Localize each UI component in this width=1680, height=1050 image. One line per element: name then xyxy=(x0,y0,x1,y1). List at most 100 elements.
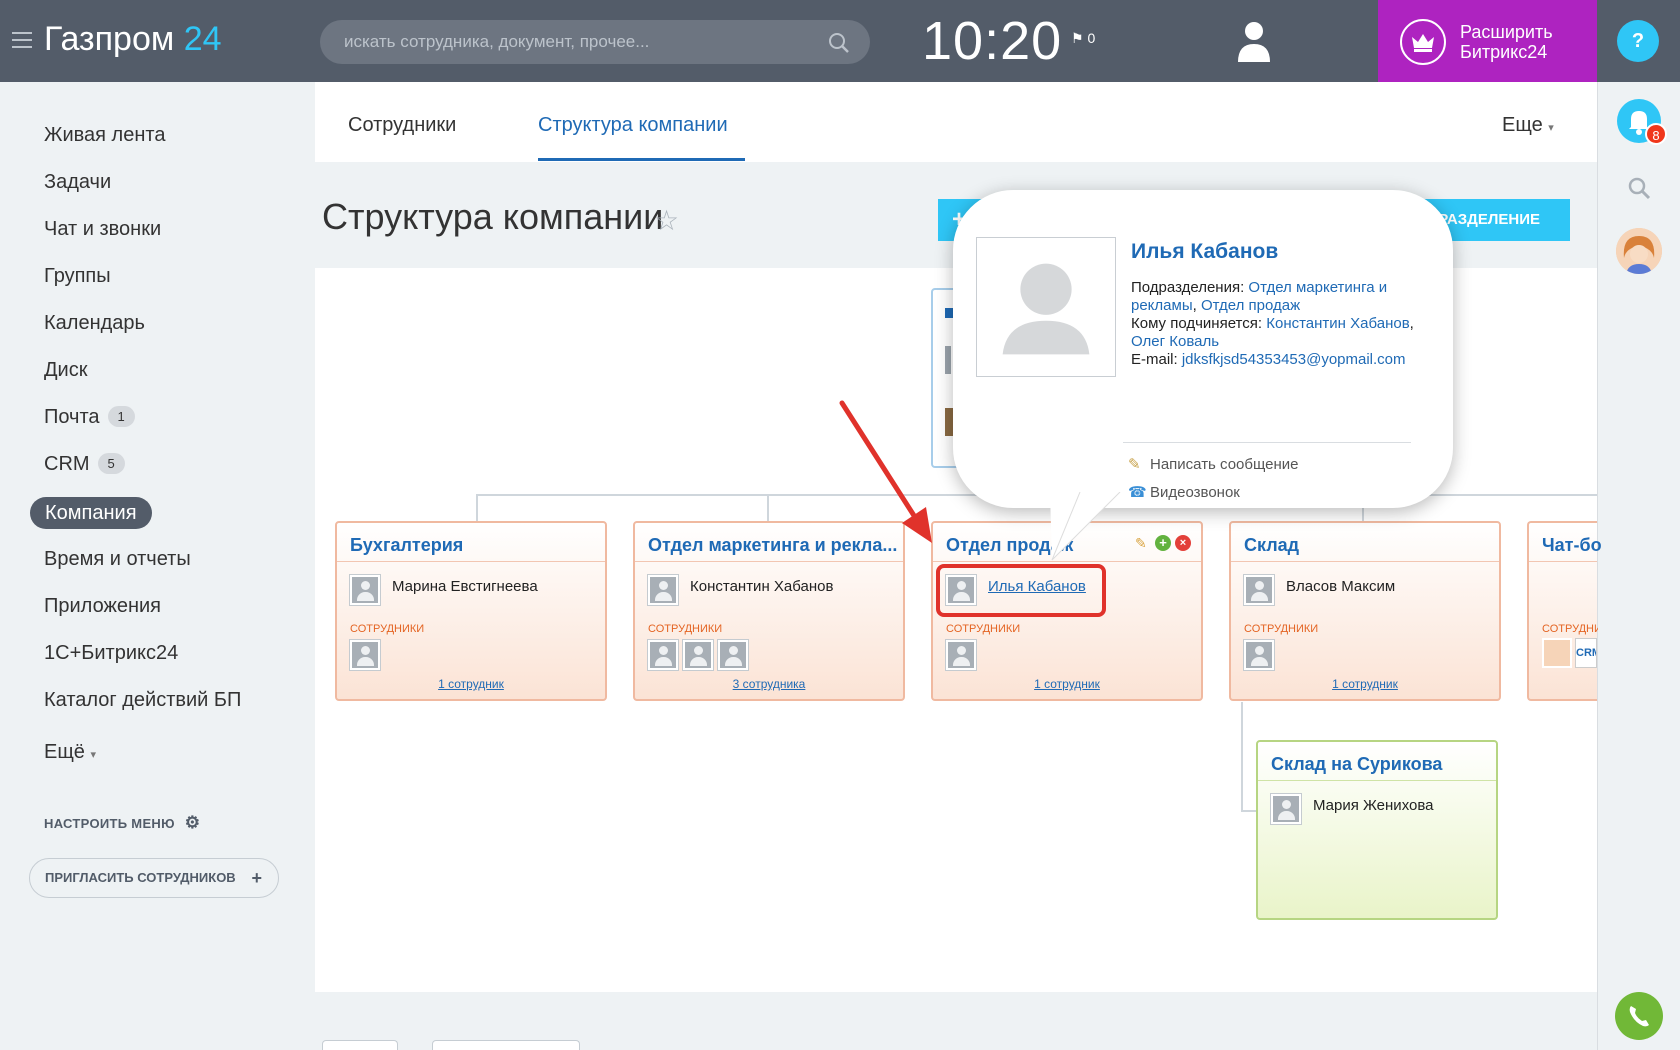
crm-partner-logo[interactable]: CRM xyxy=(1575,638,1597,668)
employee-count-link[interactable]: 1 сотрудник xyxy=(337,677,605,691)
invite-label: ПРИГЛАСИТЬ СОТРУДНИКОВ xyxy=(45,870,236,885)
clock[interactable]: 10:20 xyxy=(922,10,1062,72)
search-box[interactable] xyxy=(320,20,870,64)
employee-count-link[interactable]: 1 сотрудник xyxy=(933,677,1201,691)
employee-count-link[interactable]: 3 сотрудника xyxy=(635,677,903,691)
menu-item-calendar[interactable]: Календарь xyxy=(44,312,145,335)
logo[interactable]: Газпром 24 xyxy=(44,20,222,59)
phone-icon xyxy=(1629,1006,1649,1027)
menu-item-feed[interactable]: Живая лента xyxy=(44,124,165,147)
employees-label: СОТРУДНИКИ xyxy=(350,623,425,635)
employee-photo[interactable] xyxy=(1244,640,1274,670)
menu-item-time[interactable]: Время и отчеты xyxy=(44,548,191,571)
menu-item-chat[interactable]: Чат и звонки xyxy=(44,218,161,241)
search-input[interactable] xyxy=(344,30,814,54)
user-icon[interactable] xyxy=(1236,20,1272,62)
menu-icon[interactable] xyxy=(12,32,32,48)
department-head[interactable]: Мария Женихова xyxy=(1313,797,1434,814)
department-head[interactable]: Марина Евстигнеева xyxy=(392,578,538,595)
employee-photo[interactable] xyxy=(648,640,678,670)
bottom-tab[interactable] xyxy=(432,1040,580,1050)
department-card[interactable]: Бухгалтерия Марина Евстигнеева СОТРУДНИК… xyxy=(335,521,607,701)
employee-photo[interactable] xyxy=(683,640,713,670)
employee-photo[interactable] xyxy=(350,640,380,670)
menu-item-company[interactable]: Компания xyxy=(30,497,152,529)
call-button[interactable] xyxy=(1615,992,1663,1040)
menu-item-label: Диск xyxy=(44,359,88,381)
department-card[interactable]: Склад на Сурикова Мария Женихова xyxy=(1256,740,1498,920)
tab-employees[interactable]: Сотрудники xyxy=(348,114,456,137)
avatar[interactable] xyxy=(1616,228,1662,274)
user-photo[interactable] xyxy=(648,575,678,605)
department-title[interactable]: Склад на Сурикова xyxy=(1271,754,1521,775)
add-icon[interactable]: + xyxy=(1155,535,1171,551)
crm-counter: 5 xyxy=(97,453,125,474)
configure-menu[interactable]: НАСТРОИТЬ МЕНЮ ⚙ xyxy=(44,813,200,833)
mail-counter: 1 xyxy=(107,406,135,427)
video-call-label: Видеозвонок xyxy=(1150,484,1240,501)
popup-user-name[interactable]: Илья Кабанов xyxy=(1131,240,1278,264)
employee-photo[interactable] xyxy=(946,640,976,670)
video-call-icon: ☎ xyxy=(1128,484,1147,501)
menu-item-tasks[interactable]: Задачи xyxy=(44,171,111,194)
department-title[interactable]: Бухгалтерия xyxy=(350,535,600,556)
employee-photo[interactable] xyxy=(718,640,748,670)
flag-icon: ⚑ xyxy=(1071,30,1084,46)
delete-icon[interactable]: × xyxy=(1175,535,1191,551)
user-photo-large[interactable] xyxy=(976,237,1116,377)
menu-item-apps[interactable]: Приложения xyxy=(44,595,161,618)
menu-item-more[interactable]: Ещё ▾ xyxy=(44,741,96,764)
menu-item-bp-catalog[interactable]: Каталог действий БП xyxy=(44,689,241,712)
tab-structure[interactable]: Структура компании xyxy=(538,114,728,137)
employee-count-link[interactable]: 1 сотрудник xyxy=(1231,677,1499,691)
popup-manager: Кому подчиняется: Константин Хабанов, Ол… xyxy=(1131,315,1414,350)
notifications-button[interactable]: 8 xyxy=(1617,99,1667,145)
user-photo[interactable] xyxy=(1244,575,1274,605)
employee-photo[interactable] xyxy=(1542,638,1572,668)
menu-item-crm[interactable]: CRM 5 xyxy=(44,453,125,476)
popup-departments: Подразделения: Отдел маркетинга и реклам… xyxy=(1131,279,1388,314)
flag-counter[interactable]: ⚑ 0 xyxy=(1071,30,1095,47)
department-head[interactable]: Константин Хабанов xyxy=(690,578,833,595)
user-photo[interactable] xyxy=(350,575,380,605)
upgrade-button[interactable]: Расширить Битрикс24 xyxy=(1378,0,1597,82)
email-link[interactable]: jdksfkjsd54353453@yopmail.com xyxy=(1182,351,1406,368)
edit-icon[interactable]: ✎ xyxy=(1135,535,1151,551)
search-icon[interactable] xyxy=(828,32,850,54)
tree-connector xyxy=(1241,702,1243,812)
divider xyxy=(337,561,605,562)
department-head[interactable]: Власов Максим xyxy=(1286,578,1395,595)
highlight-box xyxy=(936,564,1106,617)
flag-count: 0 xyxy=(1087,30,1096,46)
search-icon[interactable] xyxy=(1627,176,1651,200)
menu-item-groups[interactable]: Группы xyxy=(44,265,111,288)
bottom-tab[interactable] xyxy=(322,1040,398,1050)
write-message-action[interactable]: ✎ Написать сообщение xyxy=(1128,455,1299,473)
video-call-action[interactable]: ☎ Видеозвонок xyxy=(1128,483,1240,501)
logo-number: 24 xyxy=(183,20,222,58)
menu-item-disk[interactable]: Диск xyxy=(44,359,87,382)
more-dropdown[interactable]: Еще ▾ xyxy=(1502,114,1554,137)
menu-item-1c[interactable]: 1С+Битрикс24 xyxy=(44,642,178,665)
star-icon[interactable]: ☆ xyxy=(654,204,679,237)
menu-item-label: Приложения xyxy=(44,595,162,617)
department-title[interactable]: Склад xyxy=(1244,535,1494,556)
department-card[interactable]: Чат-бо СОТРУДНИ CRM xyxy=(1527,521,1602,701)
menu-item-label: Живая лента xyxy=(44,124,166,146)
department-card[interactable]: Отдел маркетинга и рекла... Константин Х… xyxy=(633,521,905,701)
employees-label: СОТРУДНИ xyxy=(1542,623,1598,635)
menu-item-label: Календарь xyxy=(44,312,145,334)
manager-link[interactable]: Олег Коваль xyxy=(1131,333,1219,350)
user-photo[interactable] xyxy=(1271,794,1301,824)
help-button[interactable]: ? xyxy=(1617,20,1659,62)
employees-label: СОТРУДНИКИ xyxy=(946,623,1021,635)
chevron-down-icon: ▾ xyxy=(1548,122,1554,134)
department-link[interactable]: Отдел продаж xyxy=(1201,297,1300,314)
invite-button[interactable]: ПРИГЛАСИТЬ СОТРУДНИКОВ + xyxy=(29,858,279,898)
menu-item-mail[interactable]: Почта 1 xyxy=(44,406,135,429)
manager-link[interactable]: Константин Хабанов xyxy=(1266,315,1409,332)
popup-details: Подразделения: Отдел маркетинга и реклам… xyxy=(1131,279,1431,369)
menu-item-label: Чат и звонки xyxy=(44,218,162,240)
department-title[interactable]: Чат-бо xyxy=(1542,535,1602,556)
department-card[interactable]: Склад Власов Максим СОТРУДНИКИ 1 сотрудн… xyxy=(1229,521,1501,701)
